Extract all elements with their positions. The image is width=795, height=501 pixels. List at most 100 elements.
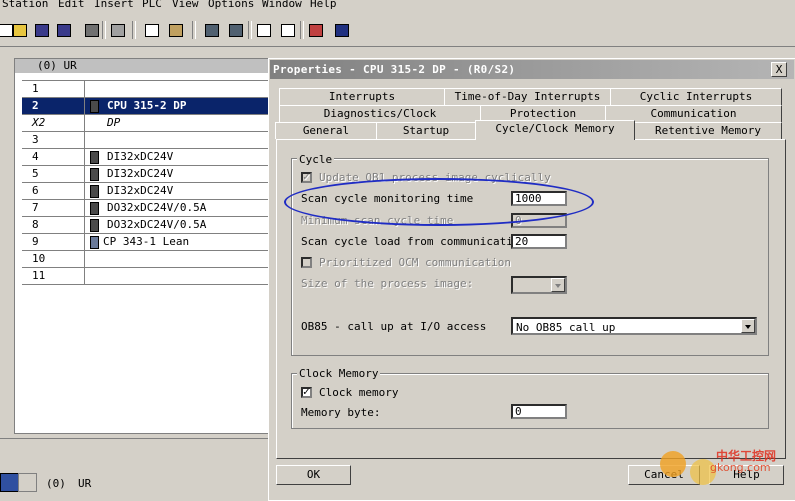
station-view-icon[interactable]: [254, 21, 272, 38]
toolbar: [0, 12, 795, 47]
rack-slot: 7: [32, 201, 39, 214]
tab-startup[interactable]: Startup: [376, 122, 476, 139]
menu-bar: Station Edit Insert PLC View Options Win…: [0, 0, 795, 12]
ob85-value: No OB85 call up: [516, 321, 616, 334]
scan-load-input[interactable]: 20: [511, 234, 567, 249]
menu-view[interactable]: View: [172, 0, 199, 10]
chevron-down-icon: [741, 319, 755, 333]
rack-slot: 8: [32, 218, 39, 231]
module-icon: [90, 168, 99, 181]
watermark-domain: gkong.com: [710, 461, 771, 474]
open-icon[interactable]: [10, 21, 28, 38]
menu-options[interactable]: Options: [208, 0, 254, 10]
bottom-slot-label: (0): [46, 477, 66, 490]
rack-row-cpu[interactable]: 2 CPU 315-2 DP: [22, 98, 272, 115]
bottom-rack-label: UR: [78, 477, 92, 490]
menu-help[interactable]: Help: [310, 0, 337, 10]
dialog-title: Properties - CPU 315-2 DP - (R0/S2): [273, 63, 516, 76]
download-icon[interactable]: [82, 21, 100, 38]
tab-general[interactable]: General: [275, 122, 377, 139]
watermark: 中华工控网 gkong.com: [660, 445, 790, 485]
menu-window[interactable]: Window: [262, 0, 302, 10]
clock-memory-group: [291, 373, 769, 429]
print-icon[interactable]: [108, 21, 126, 38]
rack-slot: 11: [32, 269, 46, 282]
tab-cycle-clock-memory[interactable]: Cycle/Clock Memory: [475, 120, 635, 140]
close-button[interactable]: X: [771, 62, 787, 77]
rack-module: DI32xDC24V: [107, 184, 174, 197]
rack-row[interactable]: 5 DI32xDC24V: [22, 166, 272, 183]
rack-slot: 1: [32, 82, 39, 95]
ok-button[interactable]: OK: [276, 465, 351, 485]
prioritized-ocm-label: Prioritized OCM communication: [319, 256, 512, 269]
rack-title: (0) UR: [37, 59, 77, 72]
copy-icon[interactable]: [142, 21, 160, 38]
properties-dialog: Properties - CPU 315-2 DP - (R0/S2) X In…: [268, 58, 795, 501]
menu-edit[interactable]: Edit: [58, 0, 85, 10]
rack-title-bar: (0) UR: [15, 59, 273, 73]
cp-module-icon: [90, 236, 99, 249]
update-ob1-checkbox[interactable]: ✓: [301, 170, 312, 183]
rack-row[interactable]: 3: [22, 132, 272, 149]
network-view-icon[interactable]: [278, 21, 296, 38]
download-module-icon[interactable]: [226, 21, 244, 38]
clock-memory-checkbox[interactable]: ✓: [301, 385, 312, 398]
back-arrow-icon[interactable]: [0, 473, 19, 492]
process-image-select[interactable]: [511, 276, 567, 294]
module-icon: [90, 202, 99, 215]
scan-load-label: Scan cycle load from communication: [301, 235, 527, 248]
cycle-group-label: Cycle: [297, 153, 335, 166]
menu-station[interactable]: Station: [2, 0, 48, 10]
memory-byte-input[interactable]: 0: [511, 404, 567, 419]
rack-slot: 10: [32, 252, 46, 265]
module-icon: [90, 151, 99, 164]
rack-module: DO32xDC24V/0.5A: [107, 218, 207, 231]
rack-slot: 4: [32, 150, 39, 163]
hardware-config-window: (0) UR 1 2 CPU 315-2 DP X2 DP 3 4 DI32xD…: [14, 58, 274, 434]
tab-cyclic-interrupts[interactable]: Cyclic Interrupts: [610, 88, 782, 105]
menu-insert[interactable]: Insert: [94, 0, 134, 10]
paste-icon[interactable]: [166, 21, 184, 38]
clock-memory-label: Clock memory: [319, 386, 399, 399]
rack-row[interactable]: 7 DO32xDC24V/0.5A: [22, 200, 272, 217]
module-icon: [90, 219, 99, 232]
rack-row[interactable]: 9 CP 343-1 Lean: [22, 234, 272, 251]
rack-module: DI32xDC24V: [107, 150, 174, 163]
tab-interrupts[interactable]: Interrupts: [279, 88, 445, 105]
tab-diagnostics-clock[interactable]: Diagnostics/Clock: [279, 105, 481, 122]
context-help-icon[interactable]: [332, 21, 350, 38]
upload-icon[interactable]: [202, 21, 220, 38]
process-image-label: Size of the process image:: [301, 277, 474, 290]
tab-time-of-day-interrupts[interactable]: Time-of-Day Interrupts: [444, 88, 611, 105]
rack-row[interactable]: 10: [22, 251, 272, 268]
chevron-down-icon: [551, 278, 565, 292]
dialog-title-bar: Properties - CPU 315-2 DP - (R0/S2) X: [270, 60, 794, 79]
rack-module: DI32xDC24V: [107, 167, 174, 180]
menu-plc[interactable]: PLC: [142, 0, 162, 10]
catalog-icon[interactable]: [306, 21, 324, 38]
rack-slot: 6: [32, 184, 39, 197]
rack-row[interactable]: 6 DI32xDC24V: [22, 183, 272, 200]
rack-slot: 5: [32, 167, 39, 180]
clock-memory-group-label: Clock Memory: [297, 367, 381, 380]
prioritized-ocm-checkbox[interactable]: [301, 257, 312, 268]
rack-row[interactable]: 8 DO32xDC24V/0.5A: [22, 217, 272, 234]
detail-panel: (0) UR: [0, 438, 280, 500]
save-compile-icon[interactable]: [54, 21, 72, 38]
gear-icon: [660, 451, 686, 477]
rack-row[interactable]: 4 DI32xDC24V: [22, 149, 272, 166]
rack-slot: 9: [32, 235, 39, 248]
rack-slot: 2: [32, 99, 39, 112]
rack-table: 1 2 CPU 315-2 DP X2 DP 3 4 DI32xDC24V 5 …: [22, 80, 272, 285]
save-icon[interactable]: [32, 21, 50, 38]
forward-arrow-icon[interactable]: [18, 473, 37, 492]
rack-module: DP: [107, 116, 121, 129]
rack-row[interactable]: 11: [22, 268, 272, 285]
rack-row[interactable]: X2 DP: [22, 115, 272, 132]
rack-slot: 3: [32, 133, 39, 146]
ob85-select[interactable]: No OB85 call up: [511, 317, 757, 335]
rack-module: DO32xDC24V/0.5A: [107, 201, 207, 214]
tab-retentive-memory[interactable]: Retentive Memory: [634, 122, 782, 139]
rack-row[interactable]: 1: [22, 80, 272, 98]
memory-byte-label: Memory byte:: [301, 406, 381, 419]
